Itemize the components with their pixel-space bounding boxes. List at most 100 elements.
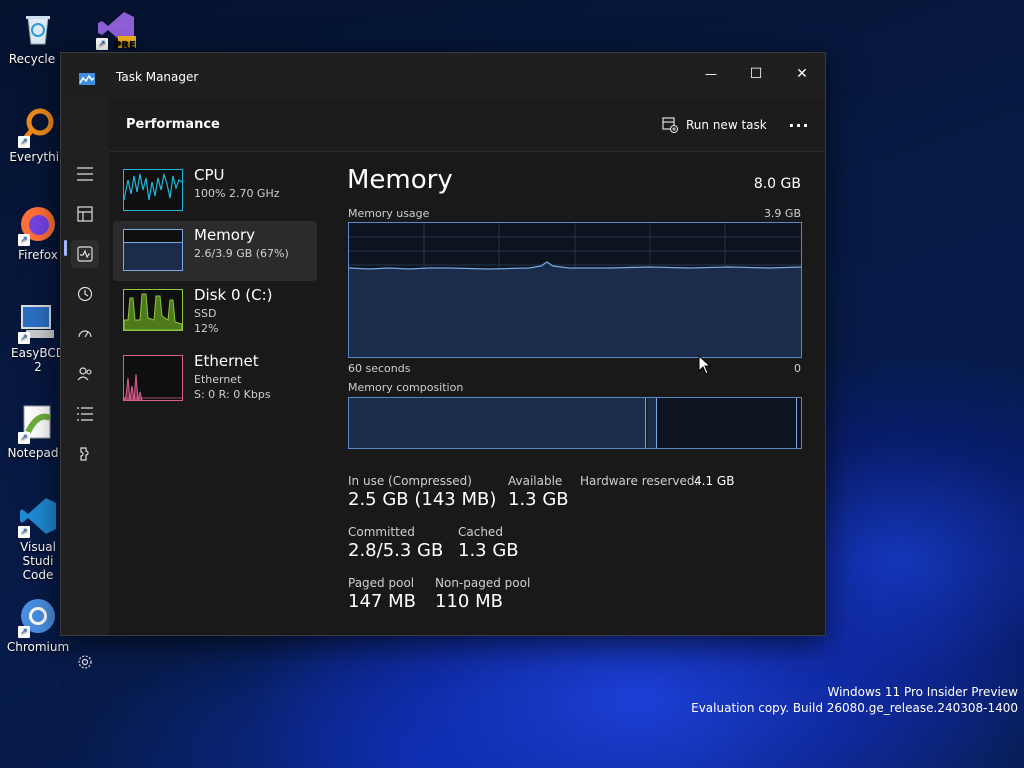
- menu-icon: [77, 167, 93, 181]
- composition-in-use: [349, 398, 646, 448]
- shortcut-arrow-icon: ↗: [18, 526, 30, 538]
- shortcut-arrow-icon: ↗: [18, 626, 30, 638]
- run-new-task-button[interactable]: Run new task: [662, 114, 767, 136]
- non-paged-pool-label: Non-paged pool: [435, 576, 531, 590]
- memory-composition-bar: [348, 397, 802, 449]
- cpu-title: CPU: [194, 166, 225, 184]
- main-pane: Performance Run new task ··· CPU 100% 2.…: [109, 99, 825, 635]
- app-history-icon: [77, 286, 93, 302]
- firefox-icon: ↗: [18, 204, 58, 246]
- non-paged-pool-value: 110 MB: [435, 591, 503, 612]
- disk-usage: 12%: [194, 322, 219, 335]
- easybcd-icon: ↗: [18, 302, 58, 344]
- composition-modified: [647, 398, 657, 448]
- cpu-sub: 100% 2.70 GHz: [194, 187, 280, 200]
- cached-label: Cached: [458, 525, 503, 539]
- maximize-button[interactable]: ☐: [733, 59, 779, 89]
- task-manager-app-icon: [79, 70, 95, 85]
- startup-icon: [78, 330, 92, 338]
- mouse-cursor-icon: [698, 355, 712, 375]
- settings-icon: [78, 655, 92, 669]
- shortcut-arrow-icon: ↗: [18, 432, 30, 444]
- users-icon: [77, 367, 92, 381]
- memory-total: 8.0 GB: [753, 176, 801, 192]
- memory-thumbnail-fill: [124, 242, 182, 270]
- vscode-icon: ↗: [18, 496, 58, 538]
- windows-watermark: Windows 11 Pro Insider Preview Evaluatio…: [691, 684, 1018, 716]
- performance-icon: [77, 246, 93, 262]
- watermark-line-1: Windows 11 Pro Insider Preview: [827, 685, 1018, 699]
- nav-settings[interactable]: [71, 648, 99, 676]
- notepad-plus-plus-icon: ↗: [18, 402, 58, 444]
- nav-services[interactable]: [71, 440, 99, 468]
- memory-usage-max: 3.9 GB: [763, 207, 801, 220]
- cached-value: 1.3 GB: [458, 540, 519, 561]
- minimize-button[interactable]: —: [688, 59, 734, 89]
- in-use-value: 2.5 GB (143 MB): [348, 489, 497, 510]
- services-icon: [80, 447, 89, 461]
- window-title: Task Manager: [116, 70, 199, 84]
- desktop-icon-label: PRE: [114, 40, 136, 51]
- committed-value: 2.8/5.3 GB: [348, 540, 444, 561]
- disk-title: Disk 0 (C:): [194, 286, 273, 304]
- memory-heading: Memory: [347, 165, 453, 195]
- shortcut-arrow-icon: ↗: [18, 332, 30, 344]
- resource-item-ethernet[interactable]: Ethernet Ethernet S: 0 R: 0 Kbps: [113, 347, 317, 407]
- paged-pool-value: 147 MB: [348, 591, 416, 612]
- task-manager-window: Task Manager — ☐ ✕ Performance Run new t…: [60, 52, 826, 669]
- nav-menu-button[interactable]: [71, 160, 99, 188]
- page-header: Performance Run new task ···: [109, 99, 825, 152]
- recycle-bin-icon: [18, 8, 58, 48]
- nav-users[interactable]: [71, 360, 99, 388]
- nav-processes[interactable]: [71, 200, 99, 228]
- close-icon: ✕: [796, 66, 808, 82]
- memory-sub: 2.6/3.9 GB (67%): [194, 247, 289, 260]
- close-button[interactable]: ✕: [779, 59, 825, 89]
- watermark-line-2: Evaluation copy. Build 26080.ge_release.…: [691, 701, 1018, 715]
- more-options-button[interactable]: ···: [785, 113, 813, 137]
- details-icon: [77, 407, 93, 421]
- committed-label: Committed: [348, 525, 415, 539]
- graph-time-left: 60 seconds: [348, 362, 411, 375]
- title-bar[interactable]: Task Manager — ☐ ✕: [61, 53, 825, 99]
- in-use-label: In use (Compressed): [348, 474, 472, 488]
- ethernet-throughput: S: 0 R: 0 Kbps: [194, 388, 271, 401]
- ethernet-name: Ethernet: [194, 373, 242, 386]
- shortcut-arrow-icon: ↗: [96, 38, 108, 50]
- ethernet-thumbnail: [123, 355, 183, 401]
- resource-item-disk[interactable]: Disk 0 (C:) SSD 12%: [113, 281, 317, 341]
- disk-thumbnail: [123, 289, 183, 331]
- hardware-reserved-value: 4.1 GB: [694, 474, 735, 488]
- available-value: 1.3 GB: [508, 489, 569, 510]
- disk-type: SSD: [194, 307, 217, 320]
- everything-search-icon: ↗: [18, 106, 58, 148]
- memory-usage-label: Memory usage: [348, 207, 430, 220]
- desktop-icon-vs-preview[interactable]: ↗ PRE: [84, 8, 148, 52]
- chromium-icon: ↗: [18, 596, 58, 638]
- ethernet-title: Ethernet: [194, 352, 259, 370]
- graph-time-right: 0: [794, 362, 801, 375]
- shortcut-arrow-icon: ↗: [18, 234, 30, 246]
- nav-performance[interactable]: [71, 240, 99, 268]
- nav-startup-apps[interactable]: [71, 320, 99, 348]
- memory-composition-label: Memory composition: [348, 381, 464, 394]
- resource-item-memory[interactable]: Memory 2.6/3.9 GB (67%): [113, 221, 317, 281]
- cpu-thumbnail: [123, 169, 183, 211]
- paged-pool-label: Paged pool: [348, 576, 415, 590]
- memory-usage-area: [349, 262, 801, 357]
- more-icon: ···: [788, 115, 810, 135]
- resource-item-cpu[interactable]: CPU 100% 2.70 GHz: [113, 161, 317, 221]
- hardware-reserved-label: Hardware reserved:: [580, 474, 699, 488]
- memory-title: Memory: [194, 226, 256, 244]
- navigation-rail: [61, 99, 109, 669]
- memory-usage-graph: [348, 222, 802, 358]
- available-label: Available: [508, 474, 563, 488]
- nav-details[interactable]: [71, 400, 99, 428]
- nav-active-indicator: [64, 240, 67, 256]
- desktop-icon-label: Chromium: [6, 640, 70, 654]
- page-title: Performance: [126, 117, 220, 132]
- nav-app-history[interactable]: [71, 280, 99, 308]
- memory-thumbnail: [123, 229, 183, 271]
- run-new-task-label: Run new task: [686, 118, 767, 132]
- run-task-icon: [662, 117, 678, 133]
